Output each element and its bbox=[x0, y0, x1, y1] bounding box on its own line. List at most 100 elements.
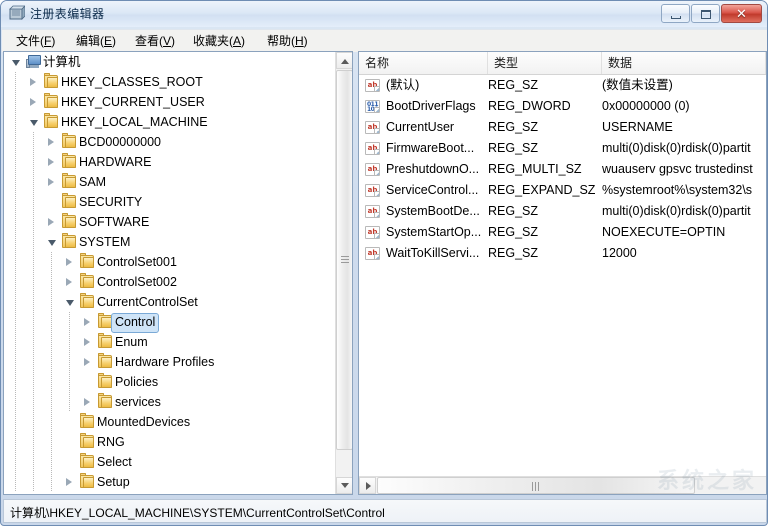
tree-scrollbar-thumb[interactable] bbox=[336, 70, 353, 450]
tree-item-label: ControlSet002 bbox=[93, 272, 181, 292]
tree-guide-line bbox=[15, 472, 16, 492]
expander-closed-icon[interactable] bbox=[84, 358, 90, 366]
tree-scroll-down-button[interactable] bbox=[336, 477, 353, 494]
dword-value-icon: 011100 bbox=[365, 100, 380, 113]
menu-bar: 文件(F) 编辑(E) 查看(V) 收藏夹(A) 帮助(H) bbox=[2, 29, 768, 52]
values-scrollbar-thumb[interactable] bbox=[377, 477, 695, 494]
value-type: REG_SZ bbox=[488, 201, 538, 222]
value-row[interactable]: abSystemStartOp...REG_SZ NOEXECUTE=OPTIN bbox=[359, 222, 766, 243]
tree-item--[interactable]: 计算机 bbox=[4, 52, 336, 72]
values-scroll-right-button[interactable] bbox=[359, 477, 376, 494]
value-type: REG_SZ bbox=[488, 117, 538, 138]
tree-item-system[interactable]: SYSTEM bbox=[4, 232, 336, 252]
expander-closed-icon[interactable] bbox=[84, 318, 90, 326]
tree-item-sam[interactable]: SAM bbox=[4, 172, 336, 192]
tree-item-hardware[interactable]: HARDWARE bbox=[4, 152, 336, 172]
expander-closed-icon[interactable] bbox=[84, 338, 90, 346]
tree-item-hardware-profiles[interactable]: Hardware Profiles bbox=[4, 352, 336, 372]
string-value-icon: ab bbox=[365, 226, 380, 239]
minimize-button[interactable] bbox=[661, 4, 690, 23]
tree-vertical-scrollbar[interactable] bbox=[335, 52, 352, 494]
value-row[interactable]: abServiceControl...REG_EXPAND_SZ%systemr… bbox=[359, 180, 766, 201]
tree-guide-line bbox=[51, 352, 52, 372]
column-header-2[interactable]: 数据 bbox=[602, 52, 766, 74]
expander-closed-icon[interactable] bbox=[30, 98, 36, 106]
menu-item-0[interactable]: 文件(F) bbox=[14, 33, 57, 50]
tree-item-label: SAM bbox=[75, 172, 110, 192]
expander-closed-icon[interactable] bbox=[66, 478, 72, 486]
tree-item-bcd00000000[interactable]: BCD00000000 bbox=[4, 132, 336, 152]
values-list[interactable]: ab(默认)REG_SZ(数值未设置) 011100 BootDriverFlags… bbox=[359, 75, 766, 475]
tree-item-label: BCD00000000 bbox=[75, 132, 165, 152]
tree-item-control[interactable]: Control bbox=[4, 312, 336, 332]
tree-guide-line bbox=[15, 132, 16, 152]
values-horizontal-scrollbar[interactable] bbox=[359, 476, 766, 494]
value-type: REG_SZ bbox=[488, 222, 538, 243]
expander-closed-icon[interactable] bbox=[48, 158, 54, 166]
value-data: multi(0)disk(0)rdisk(0)partit bbox=[602, 201, 751, 222]
tree-item-policies[interactable]: Policies bbox=[4, 372, 336, 392]
menu-item-3[interactable]: 收藏夹(A) bbox=[191, 33, 247, 50]
expander-closed-icon[interactable] bbox=[66, 278, 72, 286]
tree-guide-line bbox=[15, 392, 16, 412]
string-value-icon: ab bbox=[365, 247, 380, 260]
close-button[interactable]: ✕ bbox=[721, 4, 762, 23]
tree-guide-line bbox=[33, 452, 34, 472]
tree-item-security[interactable]: SECURITY bbox=[4, 192, 336, 212]
value-name: BootDriverFlags bbox=[386, 96, 476, 117]
value-row[interactable]: abSystemBootDe...REG_SZmulti(0)disk(0)rd… bbox=[359, 201, 766, 222]
expander-open-icon[interactable] bbox=[12, 60, 20, 66]
registry-tree[interactable]: 计算机HKEY_CLASSES_ROOTHKEY_CURRENT_USERHKE… bbox=[4, 52, 336, 494]
menu-item-2[interactable]: 查看(V) bbox=[133, 33, 177, 50]
value-row[interactable]: abWaitToKillServi...REG_SZ12000 bbox=[359, 243, 766, 264]
tree-guide-line bbox=[33, 132, 34, 152]
value-row[interactable]: ab(默认)REG_SZ(数值未设置) bbox=[359, 75, 766, 96]
value-row[interactable]: abCurrentUserREG_SZUSERNAME bbox=[359, 117, 766, 138]
maximize-icon bbox=[701, 10, 711, 19]
expander-closed-icon[interactable] bbox=[48, 218, 54, 226]
expander-closed-icon[interactable] bbox=[48, 178, 54, 186]
folder-icon bbox=[62, 175, 76, 188]
tree-item-label: SYSTEM bbox=[75, 232, 134, 252]
column-header-1[interactable]: 类型 bbox=[488, 52, 602, 74]
maximize-button[interactable] bbox=[691, 4, 720, 23]
tree-item-label: Policies bbox=[111, 372, 162, 392]
expander-open-icon[interactable] bbox=[30, 120, 38, 126]
expander-closed-icon[interactable] bbox=[84, 398, 90, 406]
tree-item-mounteddevices[interactable]: MountedDevices bbox=[4, 412, 336, 432]
title-bar: 注册表编辑器 ✕ bbox=[1, 1, 768, 27]
window-title: 注册表编辑器 bbox=[30, 5, 104, 22]
value-row[interactable]: abFirmwareBoot...REG_SZmulti(0)disk(0)rd… bbox=[359, 138, 766, 159]
tree-item-hkey-current-user[interactable]: HKEY_CURRENT_USER bbox=[4, 92, 336, 112]
expander-closed-icon[interactable] bbox=[66, 258, 72, 266]
tree-item-setup[interactable]: Setup bbox=[4, 472, 336, 492]
value-type: REG_SZ bbox=[488, 138, 538, 159]
tree-item-software[interactable]: SOFTWARE bbox=[4, 212, 336, 232]
value-data: NOEXECUTE=OPTIN bbox=[602, 222, 725, 243]
tree-item-currentcontrolset[interactable]: CurrentControlSet bbox=[4, 292, 336, 312]
tree-scroll-up-button[interactable] bbox=[336, 52, 353, 69]
expander-closed-icon[interactable] bbox=[30, 78, 36, 86]
tree-item-controlset001[interactable]: ControlSet001 bbox=[4, 252, 336, 272]
value-data: %systemroot%\system32\s bbox=[602, 180, 752, 201]
tree-guide-line bbox=[33, 372, 34, 392]
tree-item-services[interactable]: services bbox=[4, 392, 336, 412]
menu-item-1[interactable]: 编辑(E) bbox=[74, 33, 118, 50]
expander-open-icon[interactable] bbox=[66, 300, 74, 306]
menu-item-4[interactable]: 帮助(H) bbox=[265, 33, 310, 50]
tree-item-rng[interactable]: RNG bbox=[4, 432, 336, 452]
column-header-0[interactable]: 名称 bbox=[359, 52, 488, 74]
value-name: CurrentUser bbox=[386, 117, 454, 138]
tree-item-hkey-local-machine[interactable]: HKEY_LOCAL_MACHINE bbox=[4, 112, 336, 132]
expander-closed-icon[interactable] bbox=[48, 138, 54, 146]
tree-item-controlset002[interactable]: ControlSet002 bbox=[4, 272, 336, 292]
chevron-down-icon bbox=[341, 483, 349, 488]
tree-item-enum[interactable]: Enum bbox=[4, 332, 336, 352]
status-bar: 计算机\HKEY_LOCAL_MACHINE\SYSTEM\CurrentCon… bbox=[3, 499, 767, 523]
tree-item-hkey-classes-root[interactable]: HKEY_CLASSES_ROOT bbox=[4, 72, 336, 92]
value-row[interactable]: 011100BootDriverFlagsREG_DWORD0x00000000… bbox=[359, 96, 766, 117]
value-row[interactable]: abPreshutdownO...REG_MULTI_SZwuauserv gp… bbox=[359, 159, 766, 180]
value-type: REG_EXPAND_SZ bbox=[488, 180, 595, 201]
expander-open-icon[interactable] bbox=[48, 240, 56, 246]
tree-item-select[interactable]: Select bbox=[4, 452, 336, 472]
